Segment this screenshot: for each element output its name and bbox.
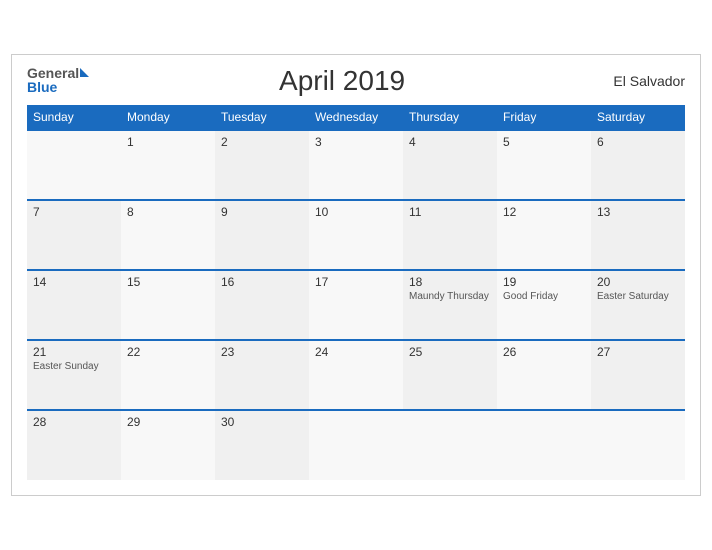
header-sunday: Sunday	[27, 105, 121, 130]
day-number: 18	[409, 275, 491, 289]
calendar-cell: 28	[27, 410, 121, 480]
day-number: 17	[315, 275, 397, 289]
holiday-label: Easter Sunday	[33, 361, 115, 372]
calendar-cell: 29	[121, 410, 215, 480]
calendar-cell: 20 Easter Saturday	[591, 270, 685, 340]
day-number: 19	[503, 275, 585, 289]
day-number: 26	[503, 345, 585, 359]
day-number: 30	[221, 415, 303, 429]
header-thursday: Thursday	[403, 105, 497, 130]
day-number: 29	[127, 415, 209, 429]
day-number: 15	[127, 275, 209, 289]
header-tuesday: Tuesday	[215, 105, 309, 130]
day-number: 11	[409, 205, 491, 219]
calendar-cell	[403, 410, 497, 480]
calendar-cell: 5	[497, 130, 591, 200]
calendar-cell: 4	[403, 130, 497, 200]
day-number: 16	[221, 275, 303, 289]
calendar-cell: 21 Easter Sunday	[27, 340, 121, 410]
calendar-cell: 24	[309, 340, 403, 410]
header-friday: Friday	[497, 105, 591, 130]
logo-blue-text: Blue	[27, 79, 57, 95]
calendar-cell: 8	[121, 200, 215, 270]
calendar-table: Sunday Monday Tuesday Wednesday Thursday…	[27, 105, 685, 480]
weekday-header-row: Sunday Monday Tuesday Wednesday Thursday…	[27, 105, 685, 130]
calendar-container: General Blue April 2019 El Salvador Sund…	[11, 54, 701, 496]
day-number: 8	[127, 205, 209, 219]
day-number: 2	[221, 135, 303, 149]
day-number: 21	[33, 345, 115, 359]
day-number: 24	[315, 345, 397, 359]
day-number: 27	[597, 345, 679, 359]
calendar-cell: 2	[215, 130, 309, 200]
logo-general-text: General	[27, 66, 79, 80]
calendar-cell: 7	[27, 200, 121, 270]
day-number: 14	[33, 275, 115, 289]
calendar-cell: 27	[591, 340, 685, 410]
holiday-label: Good Friday	[503, 291, 585, 302]
calendar-cell: 11	[403, 200, 497, 270]
calendar-week-row: 21 Easter Sunday 22 23 24 25 26 27	[27, 340, 685, 410]
calendar-cell: 25	[403, 340, 497, 410]
calendar-cell: 9	[215, 200, 309, 270]
holiday-label: Maundy Thursday	[409, 291, 491, 302]
header-wednesday: Wednesday	[309, 105, 403, 130]
calendar-week-row: 14 15 16 17 18 Maundy Thursday 19 Good Friday 20…	[27, 270, 685, 340]
day-number: 25	[409, 345, 491, 359]
calendar-cell: 13	[591, 200, 685, 270]
calendar-cell: 1	[121, 130, 215, 200]
day-number: 5	[503, 135, 585, 149]
calendar-cell: 23	[215, 340, 309, 410]
calendar-cell: 16	[215, 270, 309, 340]
calendar-cell: 3	[309, 130, 403, 200]
day-number: 4	[409, 135, 491, 149]
day-number: 10	[315, 205, 397, 219]
holiday-label: Easter Saturday	[597, 291, 679, 302]
day-number: 22	[127, 345, 209, 359]
calendar-cell: 19 Good Friday	[497, 270, 591, 340]
calendar-cell	[497, 410, 591, 480]
calendar-cell: 15	[121, 270, 215, 340]
day-number: 7	[33, 205, 115, 219]
calendar-cell: 26	[497, 340, 591, 410]
calendar-week-row: 789 10 11 12 13	[27, 200, 685, 270]
calendar-cell: 17	[309, 270, 403, 340]
calendar-week-row: 123456	[27, 130, 685, 200]
calendar-cell	[591, 410, 685, 480]
calendar-cell	[309, 410, 403, 480]
calendar-cell: 10	[309, 200, 403, 270]
calendar-cell: 14	[27, 270, 121, 340]
day-number: 23	[221, 345, 303, 359]
calendar-cell: 18 Maundy Thursday	[403, 270, 497, 340]
day-number: 12	[503, 205, 585, 219]
calendar-cell: 6	[591, 130, 685, 200]
calendar-title: April 2019	[89, 65, 595, 97]
day-number: 13	[597, 205, 679, 219]
calendar-cell: 22	[121, 340, 215, 410]
logo-triangle-icon	[80, 68, 89, 77]
day-number: 20	[597, 275, 679, 289]
day-number: 1	[127, 135, 209, 149]
day-number: 9	[221, 205, 303, 219]
calendar-country: El Salvador	[595, 73, 685, 89]
day-number: 6	[597, 135, 679, 149]
header-saturday: Saturday	[591, 105, 685, 130]
header-monday: Monday	[121, 105, 215, 130]
calendar-cell	[27, 130, 121, 200]
calendar-header: General Blue April 2019 El Salvador	[27, 65, 685, 97]
logo: General Blue	[27, 66, 89, 96]
calendar-cell: 12	[497, 200, 591, 270]
day-number: 3	[315, 135, 397, 149]
calendar-week-row: 28 29 30	[27, 410, 685, 480]
calendar-cell: 30	[215, 410, 309, 480]
day-number: 28	[33, 415, 115, 429]
